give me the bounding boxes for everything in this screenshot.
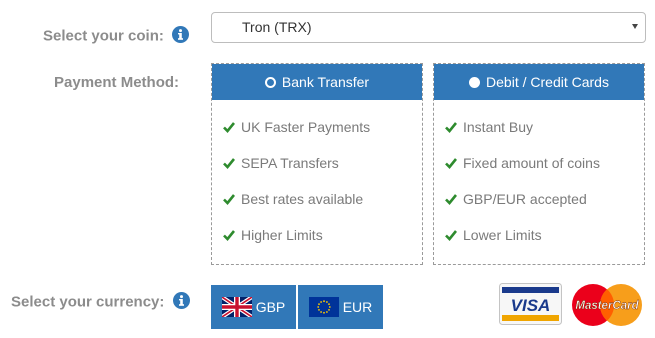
check-icon <box>223 122 235 133</box>
currency-button-eur[interactable]: EUR <box>298 285 383 329</box>
eu-flag-icon <box>308 297 339 317</box>
check-icon <box>445 158 457 169</box>
info-icon[interactable] <box>172 292 190 313</box>
check-icon <box>223 194 235 205</box>
list-item: Instant Buy <box>445 109 644 145</box>
feature-list: Instant Buy Fixed amount of coins GBP/EU… <box>434 100 644 253</box>
feature-text: SEPA Transfers <box>241 155 339 171</box>
list-item: Best rates available <box>223 181 422 217</box>
mastercard-text: MasterCard <box>575 300 639 312</box>
payment-option-title: Bank Transfer <box>281 74 370 90</box>
coin-select-value: Tron (TRX) <box>242 19 312 35</box>
coin-label: Select your coin: <box>43 27 164 45</box>
payment-option-header[interactable]: Debit / Credit Cards <box>434 64 644 100</box>
currency-code: EUR <box>342 299 373 315</box>
check-icon <box>445 122 457 133</box>
check-icon <box>223 158 235 169</box>
payment-option-title: Debit / Credit Cards <box>486 74 609 90</box>
feature-text: Higher Limits <box>241 227 323 243</box>
feature-text: GBP/EUR accepted <box>463 191 587 207</box>
feature-text: Fixed amount of coins <box>463 155 600 171</box>
payment-option-header[interactable]: Bank Transfer <box>212 64 422 100</box>
feature-text: Best rates available <box>241 191 364 207</box>
payment-option-cards[interactable]: Debit / Credit Cards Instant Buy Fixed a… <box>433 63 645 265</box>
visa-text: VISA <box>511 296 551 315</box>
currency-button-gbp[interactable]: GBP <box>211 285 296 329</box>
list-item: SEPA Transfers <box>223 145 422 181</box>
visa-logo: VISA <box>499 283 562 325</box>
uk-flag-icon <box>221 297 252 317</box>
check-icon <box>445 194 457 205</box>
list-item: GBP/EUR accepted <box>445 181 644 217</box>
radio-unselected-icon[interactable] <box>469 76 481 88</box>
feature-text: Lower Limits <box>463 227 542 243</box>
payment-option-bank-transfer[interactable]: Bank Transfer UK Faster Payments SEPA Tr… <box>211 63 423 265</box>
check-icon <box>223 230 235 241</box>
feature-list: UK Faster Payments SEPA Transfers Best r… <box>212 100 422 253</box>
feature-text: UK Faster Payments <box>241 119 371 135</box>
info-icon[interactable] <box>172 26 190 47</box>
coin-row-label: Select your coin: <box>43 26 190 47</box>
coin-select[interactable]: Tron (TRX) <box>211 12 646 43</box>
list-item: Higher Limits <box>223 217 422 253</box>
list-item: Lower Limits <box>445 217 644 253</box>
list-item: Fixed amount of coins <box>445 145 644 181</box>
radio-selected-icon[interactable] <box>264 76 276 88</box>
currency-code: GBP <box>255 299 286 315</box>
feature-text: Instant Buy <box>463 119 534 135</box>
mastercard-logo: MasterCard <box>572 284 642 326</box>
currency-row-label: Select your currency: <box>11 292 190 313</box>
payment-method-label: Payment Method: <box>54 74 180 91</box>
chevron-down-icon <box>632 24 638 29</box>
currency-label: Select your currency: <box>11 293 165 311</box>
check-icon <box>445 230 457 241</box>
list-item: UK Faster Payments <box>223 109 422 145</box>
